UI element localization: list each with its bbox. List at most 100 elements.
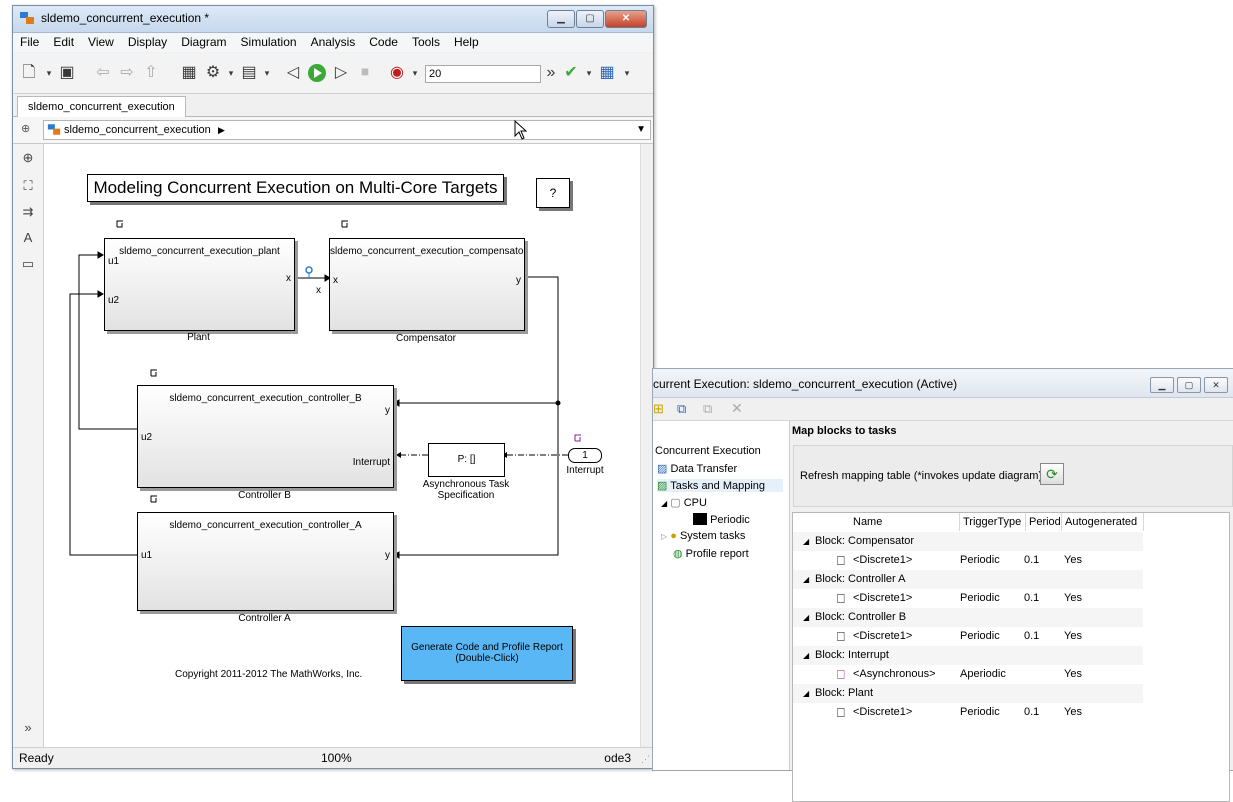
compensator-block-name: sldemo_concurrent_execution_compensator (330, 246, 524, 257)
arrows-icon[interactable]: ⇉ (18, 204, 38, 222)
menu-view[interactable]: View (81, 33, 121, 49)
overflow-chevron-icon[interactable]: » (541, 63, 561, 83)
menu-analysis[interactable]: Analysis (304, 33, 363, 49)
hide-explorer-icon[interactable]: ⊕ (21, 122, 30, 135)
tree-system-tasks[interactable]: ▷ ● System tasks (661, 530, 745, 542)
maximize-button[interactable]: ▢ (576, 10, 604, 28)
tree-data-transfer[interactable]: ▨ Data Transfer (657, 462, 737, 475)
breadcrumb-model[interactable]: sldemo_concurrent_execution (64, 121, 211, 139)
settings-gear-icon[interactable]: ⚙ (203, 63, 223, 83)
minimize-button[interactable]: ▁ (547, 10, 575, 28)
menu-simulation[interactable]: Simulation (234, 33, 304, 49)
table-group-row[interactable]: ◢ Block: Plant (793, 684, 1143, 703)
table-row[interactable]: ⎕ <Discrete1> Periodic 0.1 Yes (793, 703, 1143, 722)
group-label: Block: Compensator (815, 535, 915, 547)
menu-display[interactable]: Display (121, 33, 174, 49)
tree-periodic[interactable]: Periodic (693, 513, 750, 526)
forward-icon[interactable]: ⇨ (117, 63, 137, 83)
table-group-row[interactable]: ◢ Block: Compensator (793, 532, 1143, 551)
record-dropdown-icon[interactable]: ▾ (405, 63, 425, 83)
table-row[interactable]: ⎕ <Discrete1> Periodic 0.1 Yes (793, 627, 1143, 646)
col-header-name[interactable]: Name (793, 513, 960, 531)
menu-tools[interactable]: Tools (405, 33, 447, 49)
grid-icon[interactable]: ▦ (597, 63, 617, 83)
help-button[interactable]: ? (536, 178, 570, 208)
ce-minimize-button[interactable]: ▁ (1150, 377, 1174, 393)
map-panel-title: Map blocks to tasks (792, 425, 897, 437)
stop-icon[interactable]: ⏹ (355, 63, 375, 83)
collapse-group-icon[interactable]: ◢ (803, 570, 809, 589)
save-icon[interactable]: ▣ (57, 63, 77, 83)
annotation-icon[interactable]: A (18, 230, 38, 248)
ce-maximize-button[interactable]: ▢ (1177, 377, 1201, 393)
check-dropdown-icon[interactable]: ▾ (579, 63, 599, 83)
library-browser-icon[interactable]: ▦ (179, 63, 199, 83)
step-forward-icon[interactable]: ▷ (331, 63, 351, 83)
explorer-dropdown-icon[interactable]: ▾ (257, 63, 277, 83)
expand-system-tasks-icon[interactable]: ▷ (661, 532, 667, 541)
ce-close-button[interactable]: ✕ (1204, 377, 1228, 393)
collapse-group-icon[interactable]: ◢ (803, 646, 809, 665)
new-dropdown-icon[interactable]: ▾ (39, 63, 59, 83)
async-task-spec-block[interactable]: P: [] (428, 443, 505, 477)
resize-grip-icon[interactable]: ⋰ (641, 754, 650, 765)
delete-icon[interactable]: ✕ (731, 400, 743, 417)
table-group-row[interactable]: ◢ Block: Controller B (793, 608, 1143, 627)
expand-cpu-icon[interactable]: ◢ (661, 499, 667, 508)
collapse-group-icon[interactable]: ◢ (803, 608, 809, 627)
refresh-button[interactable]: ⟳ (1040, 463, 1064, 485)
breadcrumb-arrow-icon[interactable]: ▶ (218, 121, 225, 139)
fit-view-icon[interactable]: ⛶ (18, 178, 38, 196)
step-back-icon[interactable]: ◁ (283, 63, 303, 83)
tree-tasks-and-mapping[interactable]: ▨ Tasks and Mapping (657, 479, 783, 492)
back-icon[interactable]: ⇦ (93, 63, 113, 83)
menu-help[interactable]: Help (447, 33, 486, 49)
stop-time-input[interactable] (425, 65, 541, 83)
menu-code[interactable]: Code (362, 33, 405, 49)
grid-dropdown-icon[interactable]: ▾ (617, 63, 637, 83)
expand-palette-icon[interactable]: » (18, 720, 38, 738)
controller-b-block[interactable]: sldemo_concurrent_execution_controller_B… (137, 385, 394, 488)
menu-edit[interactable]: Edit (46, 33, 81, 49)
check-model-icon[interactable]: ✔ (561, 63, 581, 83)
close-button[interactable]: ✕ (605, 10, 647, 28)
settings-dropdown-icon[interactable]: ▾ (221, 63, 241, 83)
col-header-triggertype[interactable]: TriggerType (960, 513, 1026, 531)
add-task-icon[interactable]: ⊞ (653, 401, 664, 417)
interrupt-inport-number: 1 (582, 450, 588, 461)
table-row[interactable]: ⎕ <Asynchronous> Aperiodic Yes (793, 665, 1143, 684)
model-canvas[interactable]: Modeling Concurrent Execution on Multi-C… (44, 144, 641, 748)
subsystem-marker-icon (150, 369, 157, 377)
up-icon[interactable]: ⇧ (141, 63, 161, 83)
table-group-row[interactable]: ◢ Block: Controller A (793, 570, 1143, 589)
breadcrumb[interactable]: sldemo_concurrent_execution ▶ ▼ (43, 120, 651, 140)
table-row[interactable]: ⎕ <Discrete1> Periodic 0.1 Yes (793, 589, 1143, 608)
run-icon[interactable] (307, 63, 327, 83)
compensator-block[interactable]: sldemo_concurrent_execution_compensator … (329, 238, 525, 331)
tree-root[interactable]: Concurrent Execution (655, 445, 761, 457)
model-explorer-icon[interactable]: ▤ (239, 63, 259, 83)
menu-diagram[interactable]: Diagram (174, 33, 233, 49)
tasks-mapping-icon: ▨ (657, 480, 668, 492)
col-header-autogenerated[interactable]: Autogenerated (1062, 513, 1144, 531)
image-icon[interactable]: ▭ (18, 256, 38, 274)
plant-block[interactable]: sldemo_concurrent_execution_plant u1 u2 … (104, 238, 295, 331)
tree-profile-report[interactable]: ◍ Profile report (673, 547, 749, 560)
breadcrumb-dropdown-icon[interactable]: ▼ (636, 121, 646, 139)
record-icon[interactable]: ◉ (387, 63, 407, 83)
collapse-group-icon[interactable]: ◢ (803, 684, 809, 703)
add-item-icon[interactable]: ⧉ (703, 401, 712, 417)
col-header-period[interactable]: Period (1026, 513, 1062, 531)
new-model-icon[interactable]: 🗋 (19, 63, 39, 83)
table-group-row[interactable]: ◢ Block: Interrupt (793, 646, 1143, 665)
add-group-icon[interactable]: ⧉ (677, 401, 686, 417)
collapse-group-icon[interactable]: ◢ (803, 532, 809, 551)
menu-file[interactable]: File (13, 33, 46, 49)
zoom-icon[interactable]: ⊕ (18, 150, 38, 168)
tab-model[interactable]: sldemo_concurrent_execution (17, 96, 186, 117)
controller-a-block[interactable]: sldemo_concurrent_execution_controller_A… (137, 512, 394, 611)
table-row[interactable]: ⎕ <Discrete1> Periodic 0.1 Yes (793, 551, 1143, 570)
interrupt-inport[interactable]: 1 (568, 448, 602, 463)
tree-cpu[interactable]: ◢ ▢ CPU (661, 496, 707, 509)
generate-code-button[interactable]: Generate Code and Profile Report (Double… (401, 626, 573, 681)
